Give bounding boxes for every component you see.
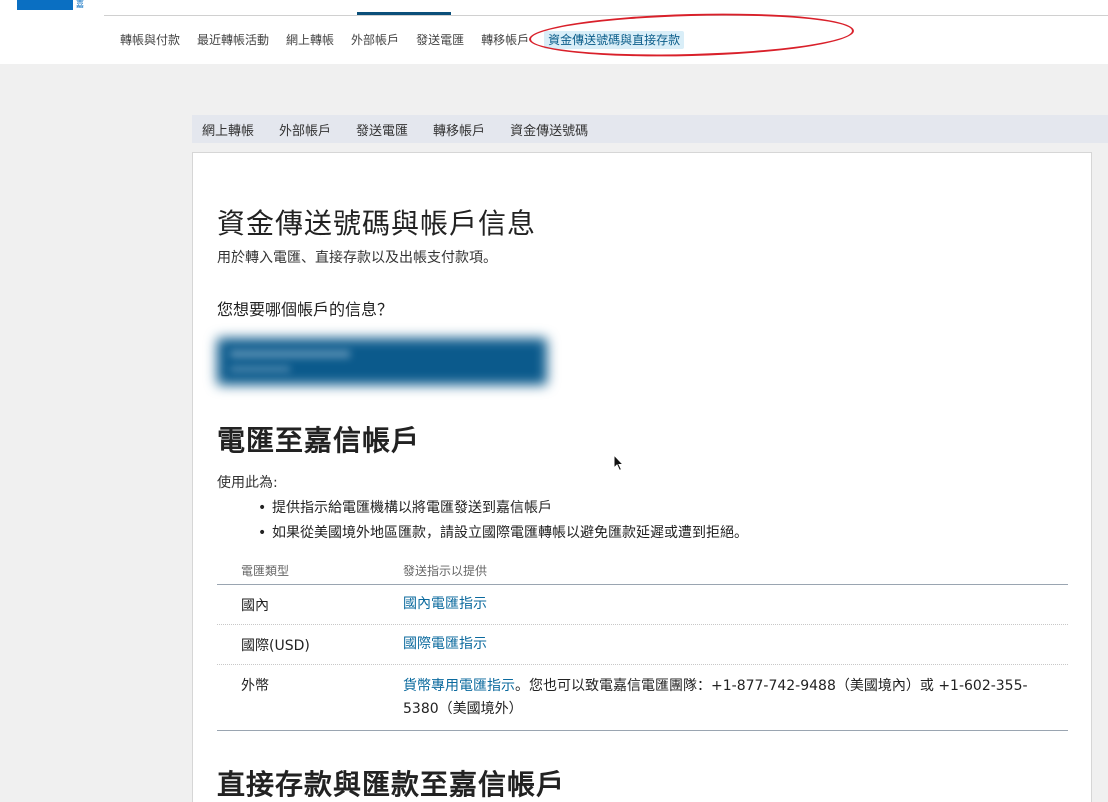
- header-divider: [104, 15, 1108, 16]
- tab-routing-number[interactable]: 資金傳送號碼: [510, 120, 588, 139]
- transfer-subnav: 轉帳與付款 最近轉帳活動 網上轉帳 外部帳戶 發送電匯 轉移帳戶 資金傳送號碼與…: [120, 31, 701, 49]
- domestic-wire-link[interactable]: 國內電匯指示: [403, 596, 487, 612]
- instructions-cell: 國際電匯指示: [403, 633, 1068, 656]
- account-selector-redacted-number: [230, 366, 290, 372]
- wire-type-cell: 國內: [241, 597, 269, 614]
- page-title: 資金傳送號碼與帳戶信息: [217, 207, 537, 240]
- table-row: 國際(USD) 國際電匯指示: [217, 625, 1068, 665]
- account-selector-redacted-name: [230, 350, 350, 358]
- column-header-instructions: 發送指示以提供: [403, 564, 488, 578]
- subnav-recent-activity[interactable]: 最近轉帳活動: [197, 31, 269, 49]
- wire-type-cell: 外幣: [241, 678, 269, 694]
- subnav-external-accounts[interactable]: 外部帳戶: [351, 31, 399, 49]
- column-header-wire-type: 電匯類型: [241, 564, 290, 578]
- subnav-transfer-account[interactable]: 轉移帳戶: [481, 31, 529, 49]
- subnav-transfers-payments[interactable]: 轉帳與付款: [120, 31, 180, 49]
- list-item: 提供指示給電匯機構以將電匯發送到嘉信帳戶: [256, 496, 748, 521]
- tab-external-accounts[interactable]: 外部帳戶: [279, 120, 331, 139]
- brand-logo[interactable]: [17, 0, 73, 10]
- account-question: 您想要哪個帳戶的信息？: [217, 300, 394, 319]
- mouse-pointer-icon: [613, 454, 625, 472]
- subnav-send-wire[interactable]: 發送電匯: [416, 31, 464, 49]
- table-row: 國內 國內電匯指示: [217, 585, 1068, 625]
- international-wire-link[interactable]: 國際電匯指示: [403, 636, 487, 652]
- top-header: 嘉 轉帳與付款 最近轉帳活動 網上轉帳 外部帳戶 發送電匯 轉移帳戶 資金傳送號…: [0, 0, 1108, 64]
- tab-online-transfer[interactable]: 網上轉帳: [202, 120, 254, 139]
- wire-section-title: 電匯至嘉信帳戶: [217, 424, 421, 457]
- subnav-routing-direct-deposit[interactable]: 資金傳送號碼與直接存款: [544, 31, 685, 49]
- account-selector[interactable]: [217, 338, 547, 385]
- active-nav-indicator: [357, 12, 451, 15]
- instructions-cell: 國內電匯指示: [403, 593, 1068, 616]
- inner-tab-bar: 網上轉帳 外部帳戶 發送電匯 轉移帳戶 資金傳送號碼: [192, 115, 1108, 143]
- tab-send-wire[interactable]: 發送電匯: [356, 120, 408, 139]
- use-for-label: 使用此為:: [217, 475, 278, 491]
- wire-type-cell: 國際(USD): [241, 637, 310, 654]
- instructions-cell: 貨幣專用電匯指示。您也可以致電嘉信電匯團隊：+1-877-742-9488（美國…: [403, 675, 1068, 730]
- deposit-section-title: 直接存款與匯款至嘉信帳戶: [217, 768, 566, 801]
- foreign-currency-wire-link[interactable]: 貨幣專用電匯指示: [403, 678, 515, 694]
- wire-instructions-table: 電匯類型 發送指示以提供 國內 國內電匯指示 國際(USD) 國際電匯指示 外幣…: [217, 557, 1068, 731]
- list-item: 如果從美國境外地區匯款，請設立國際電匯轉帳以避免匯款延遲或遭到拒絕。: [256, 521, 748, 546]
- brand-logo-mark: 嘉: [76, 0, 84, 9]
- tab-transfer-account[interactable]: 轉移帳戶: [433, 120, 485, 139]
- subnav-online-transfer[interactable]: 網上轉帳: [286, 31, 334, 49]
- page-subtitle: 用於轉入電匯、直接存款以及出帳支付款項。: [217, 250, 497, 266]
- table-row: 外幣 貨幣專用電匯指示。您也可以致電嘉信電匯團隊：+1-877-742-9488…: [217, 665, 1068, 731]
- table-header: 電匯類型 發送指示以提供: [217, 557, 1068, 585]
- use-for-list: 提供指示給電匯機構以將電匯發送到嘉信帳戶 如果從美國境外地區匯款，請設立國際電匯…: [256, 496, 748, 546]
